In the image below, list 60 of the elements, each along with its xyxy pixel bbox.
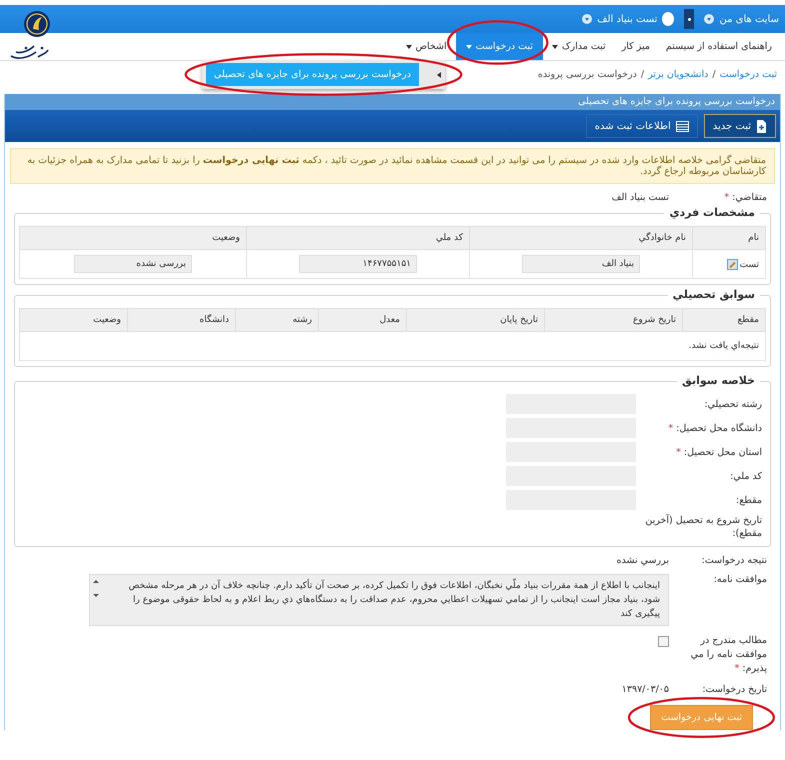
list-icon xyxy=(676,120,689,132)
column-header: نام خانوادگي xyxy=(470,226,692,250)
field-label: دانشگاه محل تحصيل: * xyxy=(667,422,762,434)
empty-message: نتيجه‌اي يافت نشد. xyxy=(688,341,759,351)
breadcrumb-link[interactable]: دانشجویان برتر xyxy=(648,69,708,80)
notification-icon[interactable] xyxy=(684,9,694,29)
panel-title: درخواست بررسی پرونده برای جایزه های تحصیلی xyxy=(5,94,780,110)
fieldset-legend: مشخصات فردي xyxy=(664,206,760,219)
column-header: وضعيت xyxy=(20,226,246,250)
breadcrumb-current: درخواست بررسی پرونده xyxy=(538,69,637,80)
fieldset-legend: سوابق تحصيلي xyxy=(668,288,760,301)
field-label: مقطع: xyxy=(735,494,762,506)
alert-message: متقاضی گرامی خلاصه اطلاعات وارد شده در سیستم را می توانید در این قسمت مشاهده نمائید در صورت تائید ، دکمه ثبت نهایی درخواست را بزنید تا تمامی مدارک به همراه جزئیات به کارشناسان مربوطه ارجاع گردد. xyxy=(10,148,775,184)
toolbar-button[interactable]: اطلاعات ثبت شده xyxy=(586,114,698,138)
agreement-textarea[interactable]: اينجانب با اطلاع از همة مقررات بنياد ملّي نخبگان، اطلاعات فوق را تکميل کرده، بر صحت آن تأکيد دارم. چنانچه خلاف آن در هر مرحله مشخص شود، بنياد مجاز است اينجانب را از تمامي تسهيلات اعطايي محروم، عدم صداقت را به دستگاه‌هاي ذي ربط اعلام و به لحاظ حقوقی موضوع را پيگيری کند xyxy=(89,574,669,626)
breadcrumb-link[interactable]: ثبت درخواست xyxy=(720,69,777,80)
field-label: موافقت نامه: xyxy=(712,574,767,585)
field-value: بررسي نشده xyxy=(616,555,669,566)
field-label: نتيجه درخواست: xyxy=(700,555,767,566)
field-label: استان محل تحصيل: * xyxy=(675,446,762,458)
edit-icon xyxy=(726,258,738,270)
document-icon xyxy=(756,120,767,132)
field-label: تاريخ شروع به تحصيل (آخرين مقطع): xyxy=(644,514,762,540)
field-label: متقاضي: * xyxy=(723,192,767,203)
caret-icon xyxy=(582,14,592,24)
table-cell: تست xyxy=(740,259,759,270)
nav-menu-item[interactable]: اشخاص xyxy=(398,33,454,60)
caret-icon xyxy=(437,72,442,78)
nav-menu-item[interactable]: میز کار xyxy=(614,33,657,60)
breadcrumb-separator: / xyxy=(712,69,716,80)
column-header: معدل xyxy=(318,308,406,332)
breadcrumb-separator: / xyxy=(640,69,644,80)
column-header: وضعيت xyxy=(20,308,128,332)
readonly-field: ۱۴۶۷۷۵۵۱۵۱ xyxy=(299,255,417,273)
toolbar-button[interactable]: ثبت جدید xyxy=(704,114,776,138)
column-header: رشته xyxy=(236,308,318,332)
column-header: مقطع xyxy=(682,308,766,332)
field-label: کد ملي: xyxy=(729,470,762,482)
column-header: تاريخ پايان xyxy=(406,308,544,332)
field-label: مطالب مندرج در موافقت نامه را مي پذيرم: * xyxy=(690,634,767,676)
readonly-field: بررسی نشده xyxy=(74,255,192,273)
field-value: تست بنیاد الف xyxy=(612,192,669,203)
readonly-field: بنیاد الف xyxy=(522,255,640,273)
emblem-icon xyxy=(22,9,52,39)
fieldset-legend: خلاصه سوابق xyxy=(677,374,760,387)
column-header: کد ملي xyxy=(246,226,470,250)
column-header: نام xyxy=(692,226,766,250)
nav-menu-item[interactable]: ثبت درخواست xyxy=(456,33,544,60)
sites-menu[interactable]: سایت های من xyxy=(704,9,779,29)
user-menu[interactable]: تست بنیاد الف xyxy=(582,9,674,29)
nav-menu-item[interactable]: راهنمای استفاده از سیستم xyxy=(658,33,779,60)
column-header: دانشگاه xyxy=(128,308,236,332)
field-label: رشته تحصيلي: xyxy=(703,398,762,410)
avatar-icon xyxy=(662,12,674,26)
field-label: تاريخ درخواست: xyxy=(701,684,767,695)
checkbox[interactable] xyxy=(658,636,669,647)
field-value: ۱۳۹۷/۰۳/۰۵ xyxy=(622,684,669,695)
caret-icon xyxy=(704,14,714,24)
nav-menu-item[interactable]: ثبت مدارک xyxy=(545,33,613,60)
column-header: تاريخ شروع xyxy=(544,308,682,332)
